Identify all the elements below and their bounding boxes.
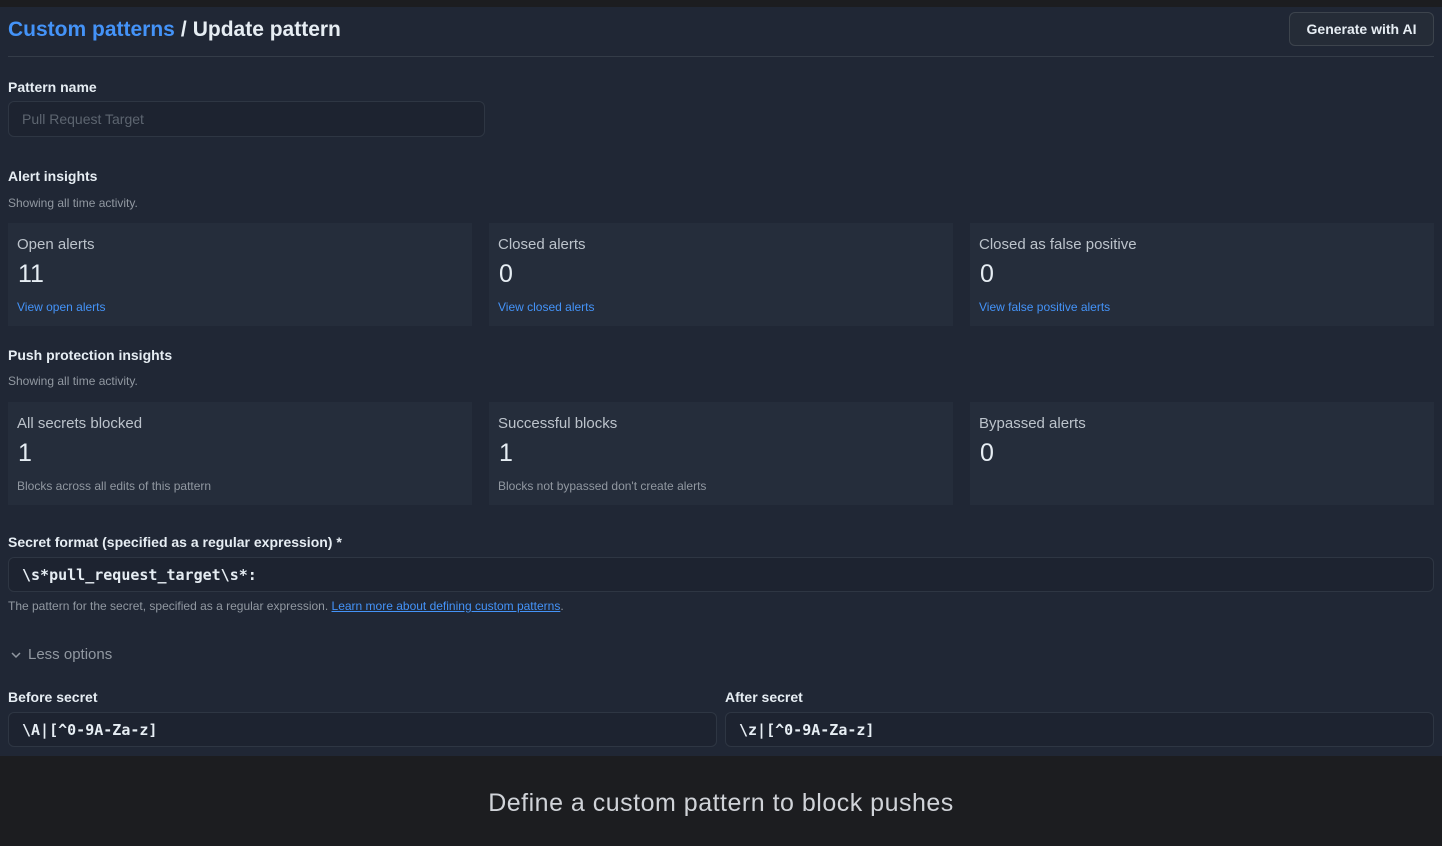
false-positive-card: Closed as false positive 0 View false po… — [970, 223, 1434, 326]
pattern-panel: Custom patterns / Update pattern Generate … — [0, 7, 1442, 756]
before-secret-input[interactable]: \A|[^0-9A-Za-z] — [8, 712, 717, 747]
card-title: Open alerts — [17, 236, 95, 253]
breadcrumb-link-custom-patterns[interactable]: Custom patterns — [8, 18, 175, 41]
breadcrumb: Custom patterns / Update pattern — [8, 18, 341, 42]
pattern-name-label: Pattern name — [8, 79, 97, 95]
card-value: 0 — [499, 260, 513, 288]
view-closed-alerts-link[interactable]: View closed alerts — [498, 300, 595, 314]
card-note: Blocks across all edits of this pattern — [17, 479, 212, 493]
caption: Define a custom pattern to block pushes — [488, 789, 954, 817]
card-note: Blocks not bypassed don't create alerts — [498, 479, 707, 493]
view-false-positive-alerts-link[interactable]: View false positive alerts — [979, 300, 1110, 314]
bypassed-alerts-card: Bypassed alerts 0 — [970, 402, 1434, 505]
pattern-name-input[interactable]: Pull Request Target — [8, 101, 485, 137]
view-open-alerts-link[interactable]: View open alerts — [17, 300, 106, 314]
generate-with-ai-button[interactable]: Generate with AI — [1289, 12, 1434, 46]
before-secret-label: Before secret — [8, 689, 98, 705]
breadcrumb-separator: / — [180, 18, 187, 41]
secret-format-help: The pattern for the secret, specified as… — [8, 599, 564, 613]
closed-alerts-card: Closed alerts 0 View closed alerts — [489, 223, 953, 326]
less-options-label: Less options — [28, 646, 113, 663]
card-value: 1 — [18, 439, 32, 467]
push-insights-subtitle: Showing all time activity. — [8, 374, 138, 388]
alert-insights-title: Alert insights — [8, 168, 98, 184]
successful-blocks-card: Successful blocks 1 Blocks not bypassed … — [489, 402, 953, 505]
card-value: 0 — [980, 260, 994, 288]
secret-format-input[interactable]: \s*pull_request_target\s*: — [8, 557, 1434, 592]
card-title: Closed alerts — [498, 236, 586, 253]
page-title: Update pattern — [192, 18, 341, 41]
secret-format-label: Secret format (specified as a regular ex… — [8, 534, 342, 550]
alert-insights-subtitle: Showing all time activity. — [8, 196, 138, 210]
card-title: Bypassed alerts — [979, 415, 1086, 432]
open-alerts-card: Open alerts 11 View open alerts — [8, 223, 472, 326]
after-secret-input[interactable]: \z|[^0-9A-Za-z] — [725, 712, 1434, 747]
card-title: Successful blocks — [498, 415, 618, 432]
all-secrets-blocked-card: All secrets blocked 1 Blocks across all … — [8, 402, 472, 505]
help-end: . — [560, 599, 564, 613]
page-header: Custom patterns / Update pattern Generate … — [0, 7, 1442, 57]
chevron-down-icon — [11, 651, 21, 658]
help-text: The pattern for the secret, specified as… — [8, 599, 332, 613]
card-value: 0 — [980, 439, 994, 467]
learn-more-link[interactable]: Learn more about defining custom pattern… — [332, 599, 561, 613]
card-title: Closed as false positive — [979, 236, 1137, 253]
after-secret-label: After secret — [725, 689, 803, 705]
card-title: All secrets blocked — [17, 415, 143, 432]
push-insights-title: Push protection insights — [8, 347, 173, 363]
less-options-toggle[interactable]: Less options — [10, 646, 112, 663]
header-divider — [8, 56, 1434, 57]
card-value: 1 — [499, 439, 513, 467]
card-value: 11 — [18, 260, 44, 288]
